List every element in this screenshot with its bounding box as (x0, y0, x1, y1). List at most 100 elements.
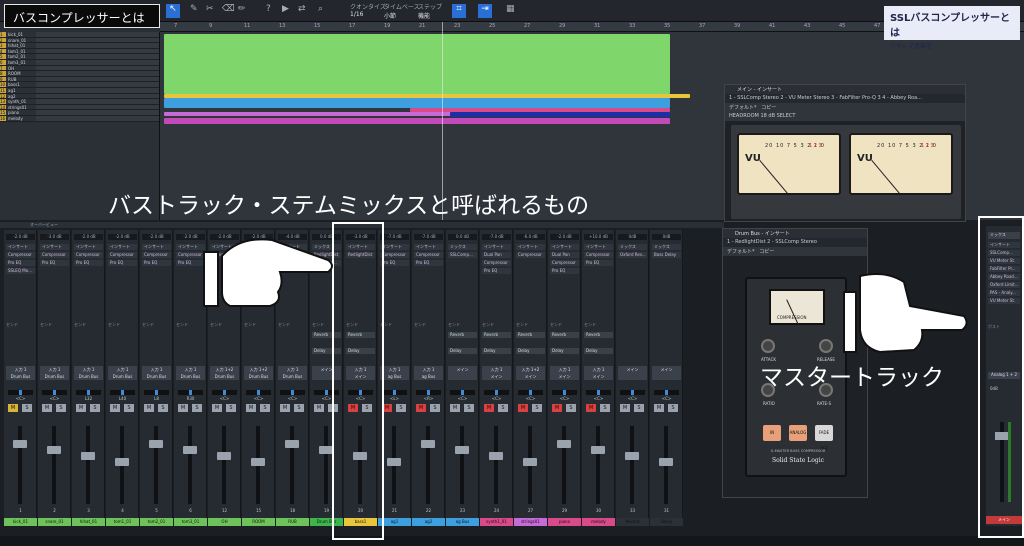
release-knob[interactable] (819, 339, 833, 353)
volume-fader[interactable] (460, 426, 464, 504)
output-select[interactable]: メイン (618, 366, 647, 373)
insert-slot[interactable]: Pro EQ (414, 260, 443, 266)
insert-slot[interactable]: インサート (414, 244, 443, 250)
channel-io[interactable]: 入力 1+2 Drum Bus (244, 366, 273, 380)
channel-io[interactable]: 入力 1+2 メイン (516, 366, 545, 380)
comp-preset-select[interactable]: デフォルト* (727, 249, 755, 255)
pan-slider[interactable] (552, 390, 577, 395)
input-select[interactable]: 入力 1 (108, 366, 137, 373)
track-controls[interactable] (36, 110, 159, 115)
channel-io[interactable]: 入力 1 メイン (584, 366, 613, 380)
insert-slot[interactable]: ミックス (448, 244, 477, 250)
pan-slider[interactable] (76, 390, 101, 395)
insert-slot[interactable]: インサート (516, 244, 545, 250)
mute-button[interactable]: M (178, 404, 188, 412)
input-select[interactable]: 入力 1 (6, 366, 35, 373)
insert-slot[interactable]: Bass Delay (652, 252, 681, 258)
pan-slider[interactable] (654, 390, 679, 395)
send-slot[interactable]: Reverb (584, 332, 613, 338)
pan-handle[interactable] (461, 390, 464, 395)
track-controls[interactable] (36, 82, 159, 87)
mute-button[interactable]: M (620, 404, 630, 412)
solo-button[interactable]: S (192, 404, 202, 412)
pan-handle[interactable] (427, 390, 430, 395)
output-select[interactable]: メイン (482, 373, 511, 380)
pan-handle[interactable] (665, 390, 668, 395)
track-controls[interactable] (36, 32, 159, 37)
mute-button[interactable]: M (110, 404, 120, 412)
channel-io[interactable]: 入力 1 ag Bus (380, 366, 409, 380)
pointer-tool-button[interactable]: ↖ (166, 4, 180, 18)
output-select[interactable]: Drum Bus (108, 373, 137, 380)
insert-slot[interactable]: Compressor (74, 252, 103, 258)
pan-handle[interactable] (325, 390, 328, 395)
pan-handle[interactable] (53, 390, 56, 395)
insert-slot[interactable]: Compressor (482, 260, 511, 266)
insert-slot[interactable]: Compressor (108, 252, 137, 258)
mute-button[interactable]: M (416, 404, 426, 412)
fader-cap[interactable] (625, 452, 639, 460)
volume-fader[interactable] (154, 426, 158, 504)
insert-slot[interactable]: SSLComp... (448, 252, 477, 258)
insert-slot[interactable]: Compressor (40, 252, 69, 258)
forward-icon[interactable]: ▶ (282, 4, 289, 18)
step-select[interactable]: 機能 (418, 11, 430, 20)
erase-tool-button[interactable]: ⌫ (222, 4, 235, 18)
input-select[interactable]: 入力 1 (584, 366, 613, 373)
fader-cap[interactable] (319, 446, 333, 454)
insert-slot[interactable]: Pro EQ (74, 260, 103, 266)
pan-handle[interactable] (597, 390, 600, 395)
output-select[interactable]: Drum Bus (74, 373, 103, 380)
output-select[interactable]: Drum Bus (244, 373, 273, 380)
solo-button[interactable]: S (396, 404, 406, 412)
track-header[interactable]: 16 melody (0, 115, 159, 122)
output-select[interactable]: ag Bus (380, 373, 409, 380)
pan-slider[interactable] (382, 390, 407, 395)
fader-cap[interactable] (455, 446, 469, 454)
pan-slider[interactable] (450, 390, 475, 395)
track-controls[interactable] (36, 71, 159, 76)
mute-button[interactable]: M (654, 404, 664, 412)
fader-cap[interactable] (421, 440, 435, 448)
solo-button[interactable]: S (124, 404, 134, 412)
solo-button[interactable]: S (464, 404, 474, 412)
channel-io[interactable]: メイン (448, 366, 477, 380)
channel-io[interactable]: 入力 1 Drum Bus (40, 366, 69, 380)
output-select[interactable]: Drum Bus (210, 373, 239, 380)
solo-button[interactable]: S (22, 404, 32, 412)
insert-slot[interactable]: Dual Pan (550, 252, 579, 258)
input-select[interactable]: 入力 1 (176, 366, 205, 373)
fader-cap[interactable] (557, 440, 571, 448)
output-select[interactable]: メイン (652, 366, 681, 373)
fader-cap[interactable] (251, 458, 265, 466)
fader-cap[interactable] (659, 458, 673, 466)
channel-io[interactable]: 入力 1 メイン (550, 366, 579, 380)
solo-button[interactable]: S (90, 404, 100, 412)
mute-button[interactable]: M (586, 404, 596, 412)
send-slot[interactable]: Reverb (516, 332, 545, 338)
mute-button[interactable]: M (552, 404, 562, 412)
track-controls[interactable] (36, 104, 159, 110)
input-select[interactable]: メイン (448, 366, 477, 373)
help-icon[interactable]: ? (266, 4, 271, 18)
insert-slot[interactable]: Pro EQ (550, 268, 579, 274)
insert-slot[interactable]: Compressor (550, 260, 579, 266)
insert-slot[interactable]: Compressor (516, 252, 545, 258)
volume-fader[interactable] (86, 426, 90, 504)
track-controls[interactable] (36, 87, 159, 93)
channel-io[interactable]: 入力 1+2 Drum Bus (210, 366, 239, 380)
insert-slot[interactable]: Pro EQ (40, 260, 69, 266)
mute-button[interactable]: M (280, 404, 290, 412)
output-select[interactable]: ag Bus (414, 373, 443, 380)
comp-copy-button[interactable]: コピー (759, 249, 774, 255)
output-select[interactable]: メイン (516, 373, 545, 380)
track-controls[interactable] (36, 99, 159, 104)
insert-slot[interactable]: Compressor (584, 252, 613, 258)
mute-button[interactable]: M (144, 404, 154, 412)
insert-slot[interactable]: Pro EQ (482, 268, 511, 274)
loop-icon[interactable]: ⇄ (298, 4, 306, 18)
fader-cap[interactable] (489, 452, 503, 460)
fader-cap[interactable] (183, 446, 197, 454)
volume-fader[interactable] (562, 426, 566, 504)
solo-button[interactable]: S (294, 404, 304, 412)
